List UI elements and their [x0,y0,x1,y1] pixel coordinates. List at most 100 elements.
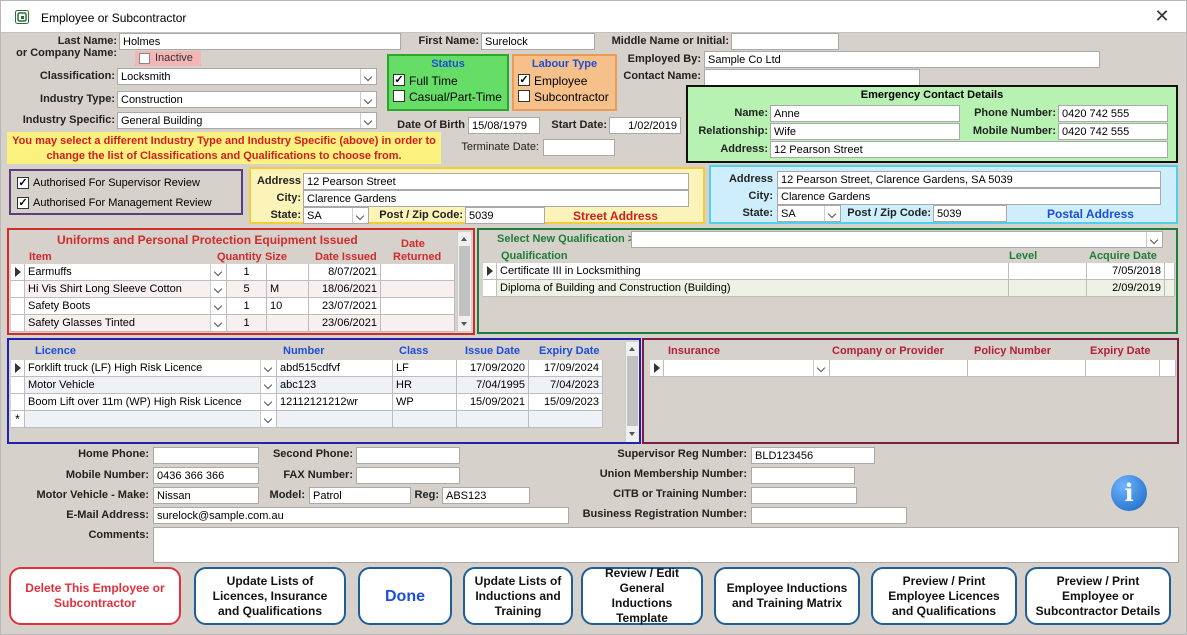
industry-specific-combo[interactable]: General Building [117,112,377,129]
row-selector[interactable] [11,315,25,332]
ppe-size-cell[interactable]: 10 [267,298,309,315]
management-review-checkbox[interactable]: ✓ [17,197,29,209]
close-icon[interactable]: ✕ [1151,5,1173,27]
licence-number-cell[interactable] [277,411,393,428]
licence-number-cell[interactable]: abc123 [277,377,393,394]
ppe-size-cell[interactable]: M [267,281,309,298]
qualification-extra-cell[interactable] [1165,263,1175,280]
inductions-matrix-button[interactable]: Employee Inductions and Training Matrix [714,567,860,625]
qualification-date-cell[interactable]: 7/05/2018 [1087,263,1165,280]
ppe-issued-cell[interactable]: 8/07/2021 [309,264,381,281]
row-selector[interactable] [483,280,497,297]
business-reg-field[interactable] [751,507,907,524]
qualification-extra-cell[interactable] [1165,280,1175,297]
licence-expiry-cell[interactable]: 7/04/2023 [529,377,603,394]
supervisor-review-checkbox[interactable]: ✓ [17,177,29,189]
licence-expiry-cell[interactable]: 17/09/2024 [529,360,603,377]
chevron-down-icon[interactable] [210,315,226,331]
chevron-down-icon[interactable] [210,281,226,297]
terminate-date-field[interactable] [543,139,615,156]
insurance-expiry-cell[interactable] [1086,360,1160,377]
licence-name-cell[interactable]: Boom Lift over 11m (WP) High Risk Licenc… [25,394,277,411]
row-selector[interactable] [650,360,664,377]
ppe-issued-cell[interactable]: 18/06/2021 [309,281,381,298]
ppe-quantity-cell[interactable]: 1 [227,298,267,315]
licence-number-cell[interactable]: abd515cdfvf [277,360,393,377]
second-phone-field[interactable] [356,447,460,464]
licence-issue-cell[interactable]: 7/04/1995 [457,377,529,394]
select-qualification-combo[interactable] [631,231,1163,248]
vehicle-make-field[interactable]: Nissan [153,487,259,504]
emergency-name-field[interactable]: Anne [770,105,960,122]
chevron-down-icon[interactable] [260,394,276,410]
inactive-checkbox[interactable] [139,53,150,64]
scroll-thumb[interactable] [459,246,470,316]
licence-class-cell[interactable]: HR [393,377,457,394]
emergency-address-field[interactable]: 12 Pearson Street [770,141,1168,158]
chevron-down-icon[interactable] [360,92,376,107]
reg-field[interactable]: ABS123 [442,487,530,504]
postal-state-combo[interactable]: SA [777,205,841,222]
update-inductions-button[interactable]: Update Lists of Inductions and Training [463,567,573,625]
casual-checkbox[interactable] [393,90,405,102]
insurance-company-cell[interactable] [830,360,968,377]
emergency-phone-field[interactable]: 0420 742 555 [1058,105,1168,122]
preview-licences-button[interactable]: Preview / Print Employee Licences and Qu… [871,567,1017,625]
street-state-combo[interactable]: SA [303,207,369,224]
insurance-combo[interactable] [664,360,830,377]
scroll-up-icon[interactable] [458,232,471,245]
ppe-returned-cell[interactable] [381,315,455,332]
citb-field[interactable] [751,487,857,504]
licence-name-cell[interactable]: Motor Vehicle [25,377,277,394]
ppe-returned-cell[interactable] [381,264,455,281]
employed-by-field[interactable]: Sample Co Ltd [704,51,1100,68]
subcontractor-checkbox[interactable] [518,90,530,102]
comments-field[interactable] [153,527,1179,563]
union-field[interactable] [751,467,855,484]
row-selector[interactable] [11,298,25,315]
row-selector[interactable] [11,281,25,298]
qualification-level-cell[interactable] [1009,263,1087,280]
licence-name-cell[interactable] [25,411,277,428]
chevron-down-icon[interactable] [210,264,226,280]
licence-issue-cell[interactable]: 17/09/2020 [457,360,529,377]
ppe-item-cell[interactable]: Hi Vis Shirt Long Sleeve Cotton [25,281,227,298]
chevron-down-icon[interactable] [260,411,276,427]
mobile-number-field[interactable]: 0436 366 366 [153,467,259,484]
licence-expiry-cell[interactable]: 15/09/2023 [529,394,603,411]
chevron-down-icon[interactable] [260,377,276,393]
ppe-returned-cell[interactable] [381,298,455,315]
row-selector[interactable] [11,264,25,281]
licence-expiry-cell[interactable] [529,411,603,428]
relationship-field[interactable]: Wife [770,123,960,140]
emergency-mobile-field[interactable]: 0420 742 555 [1058,123,1168,140]
ppe-quantity-cell[interactable]: 5 [227,281,267,298]
row-selector[interactable] [483,263,497,280]
email-field[interactable]: surelock@sample.com.au [153,507,569,524]
scroll-up-icon[interactable] [626,342,639,355]
chevron-down-icon[interactable] [260,360,276,376]
update-licences-button[interactable]: Update Lists of Licences, Insurance and … [194,567,346,625]
model-field[interactable]: Patrol [309,487,411,504]
start-date-field[interactable]: 1/02/2019 [609,117,681,134]
street-city-field[interactable]: Clarence Gardens [303,190,689,207]
preview-details-button[interactable]: Preview / Print Employee or Subcontracto… [1025,567,1171,625]
inactive-toggle[interactable]: Inactive [135,51,201,66]
fax-field[interactable] [356,467,460,484]
done-button[interactable]: Done [358,567,452,625]
licence-issue-cell[interactable] [457,411,529,428]
ppe-issued-cell[interactable]: 23/06/2021 [309,315,381,332]
ppe-quantity-cell[interactable]: 1 [227,315,267,332]
postal-address-field[interactable]: 12 Pearson Street, Clarence Gardens, SA … [777,171,1161,188]
ppe-size-cell[interactable] [267,315,309,332]
licence-issue-cell[interactable]: 15/09/2021 [457,394,529,411]
classification-combo[interactable]: Locksmith [117,68,377,85]
chevron-down-icon[interactable] [352,208,368,223]
ppe-scrollbar[interactable] [457,232,471,331]
qualification-date-cell[interactable]: 2/09/2019 [1087,280,1165,297]
delete-button[interactable]: Delete This Employee or Subcontractor [9,567,181,625]
scroll-down-icon[interactable] [458,318,471,331]
street-zip-field[interactable]: 5039 [465,207,545,224]
qualification-name-cell[interactable]: Diploma of Building and Construction (Bu… [497,280,1009,297]
ppe-item-cell[interactable]: Safety Boots [25,298,227,315]
